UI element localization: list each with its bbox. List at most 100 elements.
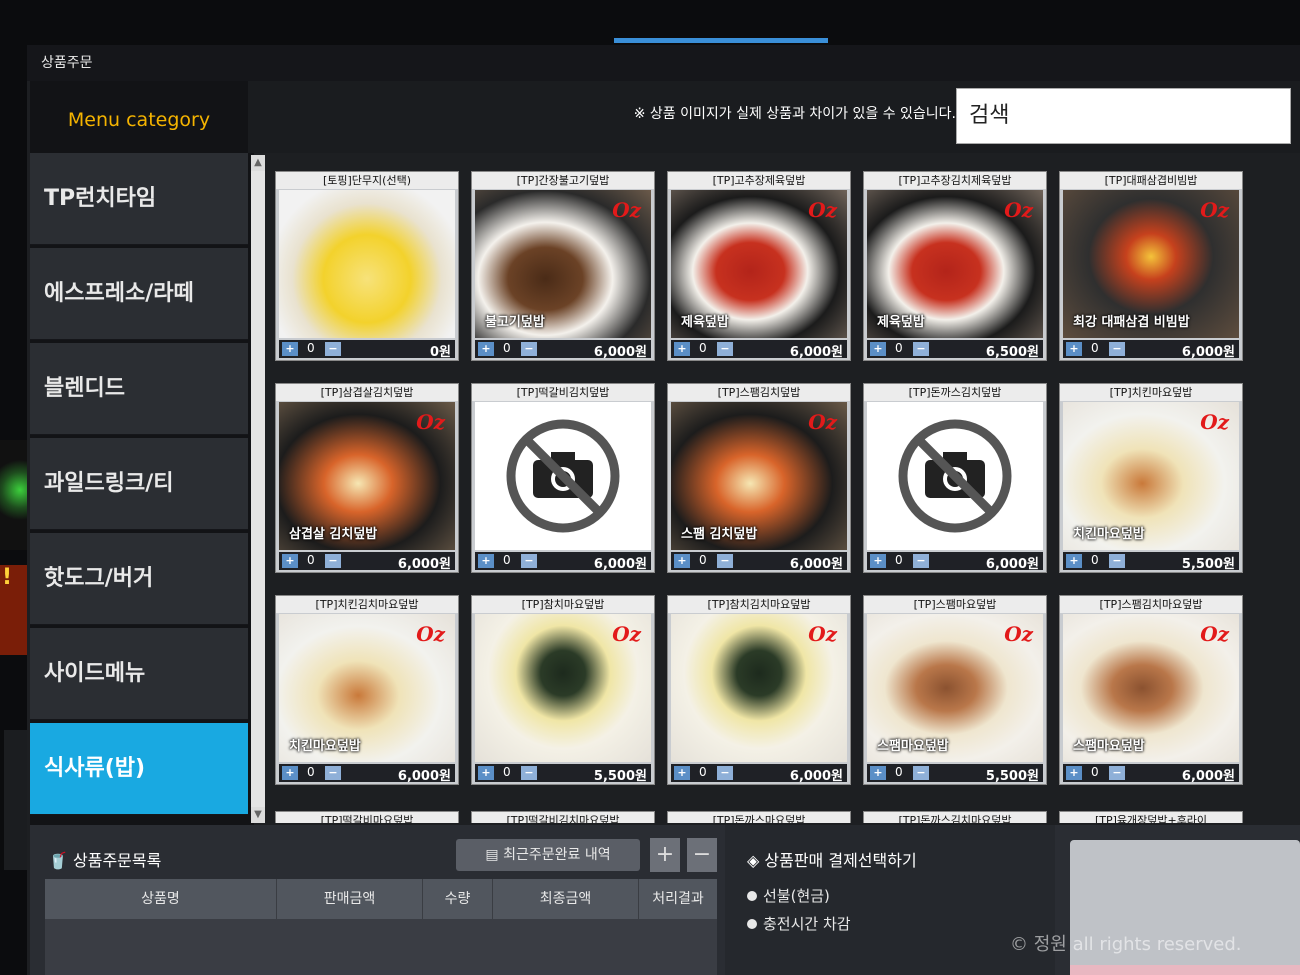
category-item-blended[interactable]: 블렌디드 <box>30 343 248 435</box>
quantity-value: 0 <box>1091 341 1099 355</box>
product-image[interactable]: Oz 삼겹살 김치덮밥 <box>279 402 455 550</box>
product-card[interactable]: [TP]돈까스김치덮밥 +0− 6,000원 <box>863 383 1047 573</box>
minus-icon[interactable]: − <box>1109 554 1125 568</box>
product-price: 6,000원 <box>789 557 843 572</box>
plus-icon[interactable]: + <box>282 554 298 568</box>
plus-icon[interactable]: + <box>674 554 690 568</box>
minus-icon[interactable]: − <box>1109 766 1125 780</box>
payment-option-charge-time[interactable]: 충전시간 차감 <box>747 913 851 934</box>
brand-logo: Oz <box>1004 622 1033 646</box>
product-image[interactable]: Oz <box>475 614 651 762</box>
scroll-up-arrow-icon[interactable]: ▲ <box>251 155 265 171</box>
product-image[interactable]: Oz 치킨마요덮밥 <box>1063 402 1239 550</box>
minus-icon[interactable]: − <box>913 766 929 780</box>
minus-icon[interactable]: − <box>717 766 733 780</box>
category-item-hotdog-burger[interactable]: 핫도그/버거 <box>30 533 248 625</box>
category-item-fruit-drink-tea[interactable]: 과일드링크/티 <box>30 438 248 530</box>
product-card[interactable]: [TP]참치마요덮밥 Oz +0− 5,500원 <box>471 595 655 785</box>
product-image[interactable]: Oz 스팸마요덮밥 <box>1063 614 1239 762</box>
minus-icon[interactable]: − <box>521 766 537 780</box>
product-image[interactable]: Oz 제육덮밥 <box>671 190 847 338</box>
product-card-partial[interactable]: [TP]떡갈비마요덮밥 <box>275 811 459 823</box>
product-image[interactable]: Oz <box>671 614 847 762</box>
product-name: [TP]스팸마요덮밥 <box>864 596 1046 613</box>
category-scrollbar[interactable] <box>251 155 265 823</box>
remove-quantity-button[interactable]: − <box>687 838 717 872</box>
product-card[interactable]: [TP]스팸김치마요덮밥 Oz 스팸마요덮밥 +0− 6,000원 <box>1059 595 1243 785</box>
category-item-espresso-latte[interactable]: 에스프레소/라떼 <box>30 248 248 340</box>
product-image[interactable] <box>475 402 651 550</box>
product-card[interactable]: [TP]스팸마요덮밥 Oz 스팸마요덮밥 +0− 5,500원 <box>863 595 1047 785</box>
product-image[interactable] <box>867 402 1043 550</box>
quantity-value: 0 <box>503 341 511 355</box>
quantity-control: +0− 6,000원 <box>671 764 847 784</box>
product-name: [토핑]단무지(선택) <box>276 172 458 189</box>
product-card[interactable]: [TP]치킨김치마요덮밥 Oz 치킨마요덮밥 +0− 6,000원 <box>275 595 459 785</box>
payment-option-label: 충전시간 차감 <box>763 915 851 933</box>
minus-icon[interactable]: − <box>717 554 733 568</box>
plus-icon[interactable]: + <box>282 342 298 356</box>
minus-icon[interactable]: − <box>913 554 929 568</box>
product-image[interactable]: Oz 제육덮밥 <box>867 190 1043 338</box>
plus-icon[interactable]: + <box>282 766 298 780</box>
minus-icon[interactable]: − <box>1109 342 1125 356</box>
image-caption: 삼겹살 김치덮밥 <box>289 527 378 542</box>
product-order-window: 상품주문 Menu category ※ 상품 이미지가 실제 상품과 차이가 … <box>27 45 1300 975</box>
plus-icon[interactable]: + <box>478 554 494 568</box>
plus-icon[interactable]: + <box>870 766 886 780</box>
image-caption: 스팸마요덮밥 <box>1073 739 1145 754</box>
plus-icon[interactable]: + <box>478 342 494 356</box>
minus-icon[interactable]: − <box>325 342 341 356</box>
scroll-down-arrow-icon[interactable]: ▼ <box>251 807 265 823</box>
minus-icon[interactable]: − <box>913 342 929 356</box>
product-image[interactable]: Oz 스팸 김치덮밥 <box>671 402 847 550</box>
product-card[interactable]: [TP]고추장제육덮밥 Oz 제육덮밥 +0− 6,000원 <box>667 171 851 361</box>
product-card[interactable]: [TP]스팸김치덮밥 Oz 스팸 김치덮밥 +0− 6,000원 <box>667 383 851 573</box>
order-table-body[interactable] <box>45 919 717 975</box>
product-card[interactable]: [TP]치킨마요덮밥 Oz 치킨마요덮밥 +0− 5,500원 <box>1059 383 1243 573</box>
product-card[interactable]: [토핑]단무지(선택) +0− 0원 <box>275 171 459 361</box>
image-caption: 불고기덮밥 <box>485 315 545 330</box>
category-item-side-menu[interactable]: 사이드메뉴 <box>30 628 248 720</box>
product-image[interactable]: Oz 스팸마요덮밥 <box>867 614 1043 762</box>
quantity-value: 0 <box>307 553 315 567</box>
order-table-header: 상품명 판매금액 수량 최종금액 처리결과 <box>45 879 717 919</box>
product-image[interactable] <box>279 190 455 338</box>
category-item-tp-lunch[interactable]: TP런치타임 <box>30 153 248 245</box>
product-card-partial[interactable]: [TP]돈까스마요덮밥 <box>667 811 851 823</box>
product-image[interactable]: Oz 치킨마요덮밥 <box>279 614 455 762</box>
minus-icon[interactable]: − <box>521 554 537 568</box>
top-bar: ※ 상품 이미지가 실제 상품과 차이가 있을 수 있습니다. 검색 <box>248 81 1300 153</box>
plus-icon[interactable]: + <box>674 342 690 356</box>
recent-orders-button[interactable]: ▤ 최근주문완료 내역 <box>456 839 640 871</box>
plus-icon[interactable]: + <box>478 766 494 780</box>
product-card-partial[interactable]: [TP]떡갈비김치마요덮밥 <box>471 811 655 823</box>
minus-icon[interactable]: − <box>325 554 341 568</box>
plus-icon[interactable]: + <box>674 766 690 780</box>
product-card-partial[interactable]: [TP]육개장덮밥+후라이 <box>1059 811 1243 823</box>
minus-icon[interactable]: − <box>521 342 537 356</box>
product-card[interactable]: [TP]떡갈비김치덮밥 +0− 6,000원 <box>471 383 655 573</box>
action-button-strip[interactable] <box>1070 965 1300 975</box>
minus-icon[interactable]: − <box>325 766 341 780</box>
search-input[interactable]: 검색 <box>956 88 1291 144</box>
plus-icon[interactable]: + <box>870 554 886 568</box>
plus-icon[interactable]: + <box>870 342 886 356</box>
product-card[interactable]: [TP]참치김치마요덮밥 Oz +0− 6,000원 <box>667 595 851 785</box>
product-image[interactable]: Oz 불고기덮밥 <box>475 190 651 338</box>
payment-option-prepaid-cash[interactable]: 선불(현금) <box>747 885 830 906</box>
product-card[interactable]: [TP]고추장김치제육덮밥 Oz 제육덮밥 +0− 6,500원 <box>863 171 1047 361</box>
quantity-control: +0− 6,000원 <box>475 340 651 360</box>
product-card[interactable]: [TP]간장불고기덮밥 Oz 불고기덮밥 +0− 6,000원 <box>471 171 655 361</box>
add-quantity-button[interactable]: + <box>650 838 680 872</box>
minus-icon[interactable]: − <box>717 342 733 356</box>
product-card[interactable]: [TP]대패삼겹비빔밥 Oz 최강 대패삼겹 비빔밥 +0− 6,000원 <box>1059 171 1243 361</box>
product-card[interactable]: [TP]삼겹살김치덮밥 Oz 삼겹살 김치덮밥 +0− 6,000원 <box>275 383 459 573</box>
plus-icon[interactable]: + <box>1066 554 1082 568</box>
plus-icon[interactable]: + <box>1066 766 1082 780</box>
product-card-partial[interactable]: [TP]돈까스김치마요덮밥 <box>863 811 1047 823</box>
category-item-meals-rice[interactable]: 식사류(밥) <box>30 723 248 815</box>
plus-icon[interactable]: + <box>1066 342 1082 356</box>
product-price: 0원 <box>429 345 451 360</box>
product-image[interactable]: Oz 최강 대패삼겹 비빔밥 <box>1063 190 1239 338</box>
